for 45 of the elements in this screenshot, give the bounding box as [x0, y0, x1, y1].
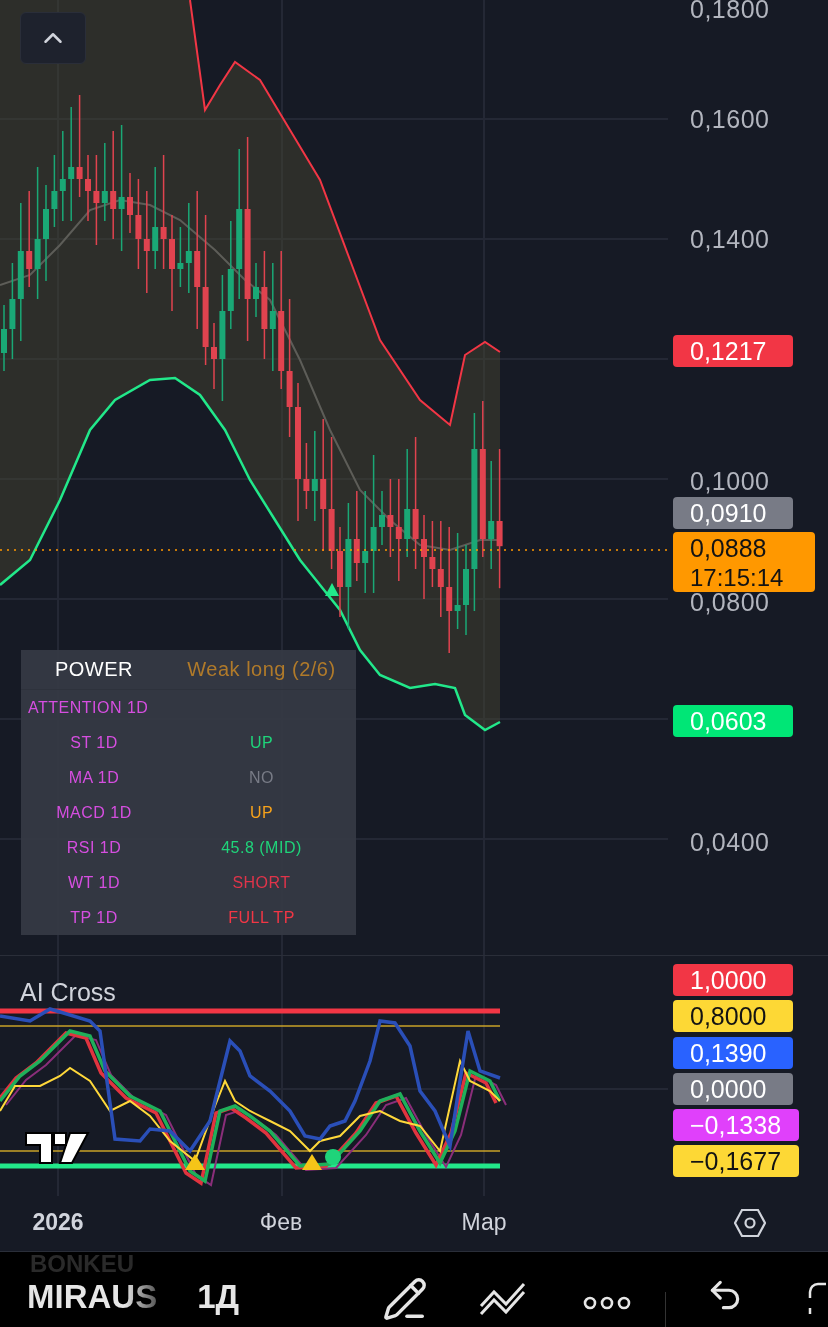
- table-cell: FULL TP: [228, 908, 295, 927]
- table-cell: MACD 1D: [56, 803, 132, 822]
- table-header: POWER: [54, 658, 134, 681]
- indicator-value-label: 0,1390: [673, 1037, 793, 1069]
- settings-icon[interactable]: [734, 1208, 766, 1238]
- table-cell: RSI 1D: [66, 838, 122, 857]
- table-cell: WT 1D: [68, 873, 120, 892]
- price-label: 0,0603: [673, 705, 793, 737]
- signal-triangle: [325, 583, 339, 596]
- table-cell: NO: [249, 768, 274, 787]
- indicator-value-label: 0,8000: [673, 1000, 793, 1032]
- price-tick: 0,1000: [690, 466, 770, 496]
- table-cell: MA 1D: [68, 768, 120, 787]
- indicator-title: AI Cross: [20, 978, 116, 1007]
- signal-triangle: [302, 1154, 322, 1170]
- more-icon: [583, 1296, 631, 1310]
- table-cell: UP: [249, 733, 274, 752]
- interval-button[interactable]: 1Д: [197, 1277, 240, 1316]
- indicator-value-label: 1,0000: [673, 964, 793, 996]
- signal-dot: [325, 1149, 341, 1165]
- table-title: ATTENTION 1D: [27, 698, 150, 717]
- table-cell: SHORT: [232, 873, 291, 892]
- table-cell: 45.8 (MID): [221, 838, 302, 857]
- time-tick: 2026: [32, 1209, 84, 1236]
- price-tick: 0,1400: [690, 224, 770, 254]
- indicator-value-label: 0,0000: [673, 1073, 793, 1105]
- table-header: Weak long (2/6): [187, 658, 336, 681]
- indicator-value-label: −0,1338: [673, 1109, 799, 1141]
- table-cell: UP: [249, 803, 274, 822]
- logo-icon: [24, 1131, 90, 1165]
- price-tick: 0,0400: [690, 827, 770, 857]
- price-tick: 0,1600: [690, 104, 770, 134]
- time-tick: Мар: [461, 1209, 507, 1236]
- indicator-value-label: −0,1677: [673, 1145, 799, 1177]
- price-label: 0,0910: [673, 497, 793, 529]
- signal-triangle: [185, 1154, 205, 1170]
- draw-button[interactable]: [382, 1276, 428, 1322]
- pencil-icon: [382, 1276, 428, 1322]
- time-tick: Фев: [259, 1209, 303, 1236]
- price-label: 0,0888 17:15:14: [673, 532, 815, 592]
- more-button[interactable]: [583, 1296, 631, 1310]
- price-label: 0,1217: [673, 335, 793, 367]
- table-cell: ST 1D: [70, 733, 118, 752]
- table-cell: TP 1D: [70, 908, 118, 927]
- price-tick: 0,1800: [690, 0, 770, 24]
